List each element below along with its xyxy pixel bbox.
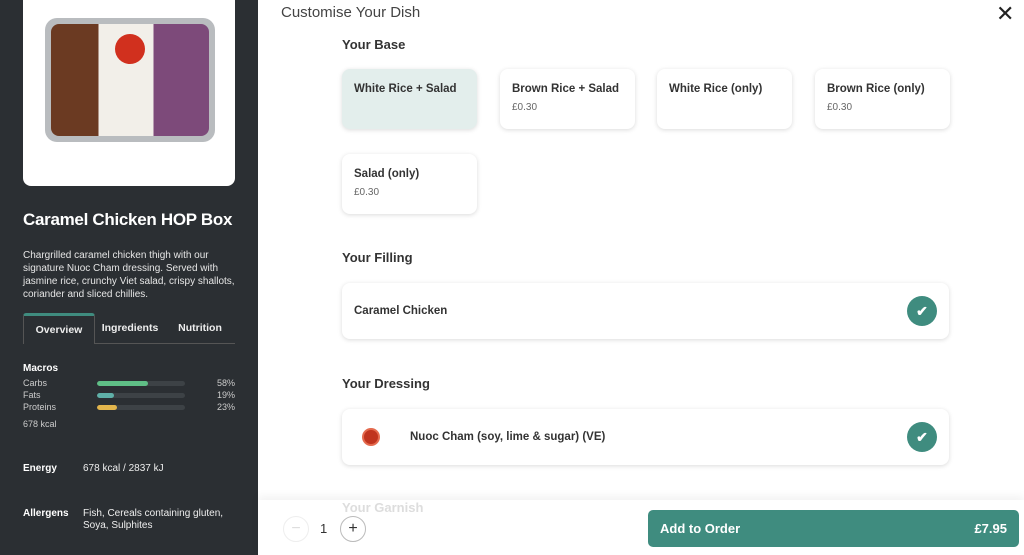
base-option[interactable]: Brown Rice (only) £0.30 <box>815 69 950 129</box>
macro-row: Carbs 58% <box>23 377 235 389</box>
base-option[interactable]: Brown Rice + Salad £0.30 <box>500 69 635 129</box>
add-label: Add to Order <box>660 521 740 536</box>
option-price: £0.30 <box>827 102 938 113</box>
dialog-title: Customise Your Dish <box>281 4 420 21</box>
option-name: Nuoc Cham (soy, lime & sugar) (VE) <box>410 431 605 443</box>
filling-option[interactable]: Caramel Chicken ✔ <box>342 283 949 339</box>
product-name: Caramel Chicken HOP Box <box>23 210 232 230</box>
macros-title: Macros <box>23 363 235 374</box>
energy-label: Energy <box>23 463 83 475</box>
option-name: Caramel Chicken <box>354 305 447 317</box>
allergens-label: Allergens <box>23 508 83 532</box>
energy-row: Energy678 kcal / 2837 kJ <box>23 463 233 475</box>
dressing-heading: Your Dressing <box>342 376 430 391</box>
increase-quantity-button[interactable]: + <box>340 516 366 542</box>
order-price: £7.95 <box>974 521 1007 536</box>
base-heading: Your Base <box>342 37 405 52</box>
product-image-card <box>23 0 235 186</box>
option-name: White Rice (only) <box>669 83 780 95</box>
base-option[interactable]: White Rice + Salad <box>342 69 477 129</box>
decrease-quantity-button[interactable]: − <box>283 516 309 542</box>
kcal: 678 kcal <box>23 419 235 429</box>
energy-value: 678 kcal / 2837 kJ <box>83 463 233 475</box>
product-image <box>45 18 215 142</box>
option-price: £0.30 <box>512 102 623 113</box>
macro-value: 58% <box>217 378 235 388</box>
tab-ingredients[interactable]: Ingredients <box>95 313 165 343</box>
garnish-heading: Your Garnish <box>342 500 423 515</box>
allergens-row: AllergensFish, Cereals containing gluten… <box>23 508 233 532</box>
macro-value: 23% <box>217 402 235 412</box>
base-option[interactable]: Salad (only) £0.30 <box>342 154 477 214</box>
macro-bar <box>97 405 117 410</box>
option-name: Brown Rice + Salad <box>512 83 623 95</box>
option-name: White Rice + Salad <box>354 83 465 95</box>
tab-overview[interactable]: Overview <box>23 313 95 344</box>
macros: Macros Carbs 58% Fats 19% Proteins 23% 678 … <box>23 363 235 429</box>
product-description: Chargrilled caramel chicken thigh with o… <box>23 249 238 301</box>
quantity-value: 1 <box>320 521 327 536</box>
option-name: Brown Rice (only) <box>827 83 938 95</box>
allergens-value: Fish, Cereals containing gluten, Soya, S… <box>83 508 233 532</box>
check-icon: ✔ <box>907 422 937 452</box>
macro-label: Carbs <box>23 378 97 388</box>
macro-value: 19% <box>217 390 235 400</box>
customise-dialog: Customise Your Dish ✕ Your Base White Ri… <box>258 0 1024 555</box>
macro-label: Fats <box>23 390 97 400</box>
macro-row: Proteins 23% <box>23 401 235 413</box>
tab-nutrition[interactable]: Nutrition <box>165 313 235 343</box>
option-price: £0.30 <box>354 187 465 198</box>
base-option[interactable]: White Rice (only) <box>657 69 792 129</box>
option-name: Salad (only) <box>354 168 465 180</box>
macro-row: Fats 19% <box>23 389 235 401</box>
filling-heading: Your Filling <box>342 250 413 265</box>
info-tabs: Overview Ingredients Nutrition <box>23 313 235 344</box>
macro-bar <box>97 393 114 398</box>
macro-label: Proteins <box>23 402 97 412</box>
add-to-order-button[interactable]: Add to Order £7.95 <box>648 510 1019 547</box>
product-sidebar: Caramel Chicken HOP Box Chargrilled cara… <box>0 0 258 555</box>
sauce-icon <box>362 428 380 446</box>
macro-bar <box>97 381 148 386</box>
check-icon: ✔ <box>907 296 937 326</box>
dressing-option[interactable]: Nuoc Cham (soy, lime & sugar) (VE) ✔ <box>342 409 949 465</box>
close-icon[interactable]: ✕ <box>996 1 1014 27</box>
